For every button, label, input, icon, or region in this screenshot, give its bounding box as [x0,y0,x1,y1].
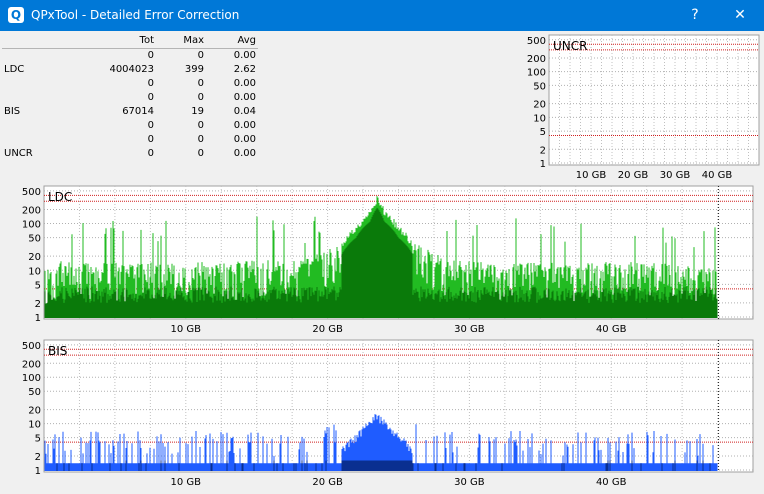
stats-row: 0 0 0.00 [2,49,258,63]
chart-title: LDC [48,190,72,204]
y-tick-label: 5 [35,280,41,291]
stats-tot: 0 [147,134,154,145]
stats-row: 0 0 0.00 [2,133,258,147]
y-tick-label: 1 [35,313,41,324]
close-button[interactable]: ✕ [718,0,762,31]
y-tick-label: 2 [540,145,546,156]
stats-row: LDC 4004023 399 2.62 [2,63,258,77]
stats-max: 19 [191,106,204,117]
x-tick-label: 40 GB [702,170,733,181]
stats-avg: 0.00 [233,50,256,61]
stats-max: 0 [197,50,204,61]
chart-title: UNCR [553,39,587,53]
y-tick-label: 20 [533,100,546,111]
stats-tot: 0 [147,120,154,131]
plot-area [548,34,760,166]
stats-row: 0 0 0.00 [2,77,258,91]
y-tick-label: 1 [35,466,41,477]
y-tick-label: 500 [22,341,41,352]
y-tick-label: 100 [22,220,41,231]
x-tick-label: 30 GB [454,324,485,335]
ldc-chart: 500 200 100 50 20 10 5 2 1 10 GB 20 GB 30 GB 40 GB LD… [6,185,758,336]
y-tick-label: 2 [35,299,41,310]
x-tick-label: 40 GB [596,477,627,488]
x-tick-label: 20 GB [618,170,649,181]
stats-avg: 0.00 [233,148,256,159]
stats-header-row: Tot Max Avg [2,34,258,49]
stats-tot: 0 [147,148,154,159]
y-tick-label: 50 [28,387,41,398]
stats-tot: 0 [147,92,154,103]
stats-tot: 0 [147,50,154,61]
stats-max: 0 [197,148,204,159]
y-tick-label: 5 [35,434,41,445]
stats-avg: 0.00 [233,134,256,145]
header-avg: Avg [237,35,256,46]
stats-row-label: BIS [4,106,21,117]
y-tick-label: 1 [540,159,546,170]
y-tick-label: 200 [22,359,41,370]
x-tick-label: 10 GB [171,324,202,335]
ldc-chart-svg: 500 200 100 50 20 10 5 2 1 10 GB 20 GB 30 GB 40 GB LD… [22,185,754,335]
stats-row-label: LDC [4,64,25,75]
y-tick-label: 500 [22,187,41,198]
help-button[interactable]: ? [673,0,717,31]
y-tick-label: 200 [22,205,41,216]
stats-max: 0 [197,78,204,89]
stats-row: 0 0 0.00 [2,119,258,133]
chart-title: BIS [48,344,67,358]
x-tick-label: 10 GB [171,477,202,488]
app-icon: Q [8,7,24,23]
x-tick-label: 20 GB [312,324,343,335]
y-tick-label: 10 [28,420,41,431]
stats-avg: 0.00 [233,78,256,89]
x-tick-label: 20 GB [312,477,343,488]
y-tick-label: 20 [28,252,41,263]
stats-tot: 4004023 [109,64,154,75]
stats-max: 0 [197,120,204,131]
stats-avg: 0.04 [233,106,256,117]
y-tick-label: 5 [540,127,546,138]
header-max: Max [183,35,204,46]
stats-tot: 0 [147,78,154,89]
uncr-chart-svg: 500 200 100 50 20 10 5 2 1 10 GB 20 GB 30 GB 40 GB UN… [527,34,760,181]
uncr-chart: 500 200 100 50 20 10 5 2 1 10 GB 20 GB 30 GB 40 GB UN… [521,34,761,185]
y-tick-label: 50 [533,81,546,92]
y-tick-label: 20 [28,406,41,417]
x-tick-label: 30 GB [454,477,485,488]
stats-tot: 67014 [122,106,154,117]
x-tick-label: 10 GB [576,170,607,181]
stats-avg: 2.62 [233,64,256,75]
y-tick-label: 10 [533,113,546,124]
stats-row: 0 0 0.00 [2,91,258,105]
stats-avg: 0.00 [233,120,256,131]
x-tick-label: 30 GB [660,170,691,181]
y-tick-label: 100 [22,373,41,384]
bis-chart-svg: 500 200 100 50 20 10 5 2 1 10 GB 20 GB 30 GB 40 GB BI… [22,339,754,488]
y-tick-label: 200 [527,54,546,65]
y-tick-label: 10 [28,266,41,277]
stats-row: UNCR 0 0 0.00 [2,147,258,161]
header-tot: Tot [139,35,154,46]
stats-row-label: UNCR [4,148,33,159]
stats-table: Tot Max Avg 0 0 0.00 LDC 4004023 399 2.62 0 0 0.0… [2,34,258,161]
window-title: QPxTool - Detailed Error Correction [31,8,240,22]
title-bar[interactable]: Q QPxTool - Detailed Error Correction ? … [0,0,764,31]
stats-row: BIS 67014 19 0.04 [2,105,258,119]
y-tick-label: 50 [28,234,41,245]
stats-max: 0 [197,92,204,103]
y-tick-label: 2 [35,452,41,463]
stats-max: 399 [184,64,204,75]
y-tick-label: 500 [527,36,546,47]
x-tick-label: 40 GB [596,324,627,335]
stats-avg: 0.00 [233,92,256,103]
bis-chart: 500 200 100 50 20 10 5 2 1 10 GB 20 GB 30 GB 40 GB BI… [6,339,758,490]
stats-max: 0 [197,134,204,145]
y-tick-label: 100 [527,68,546,79]
